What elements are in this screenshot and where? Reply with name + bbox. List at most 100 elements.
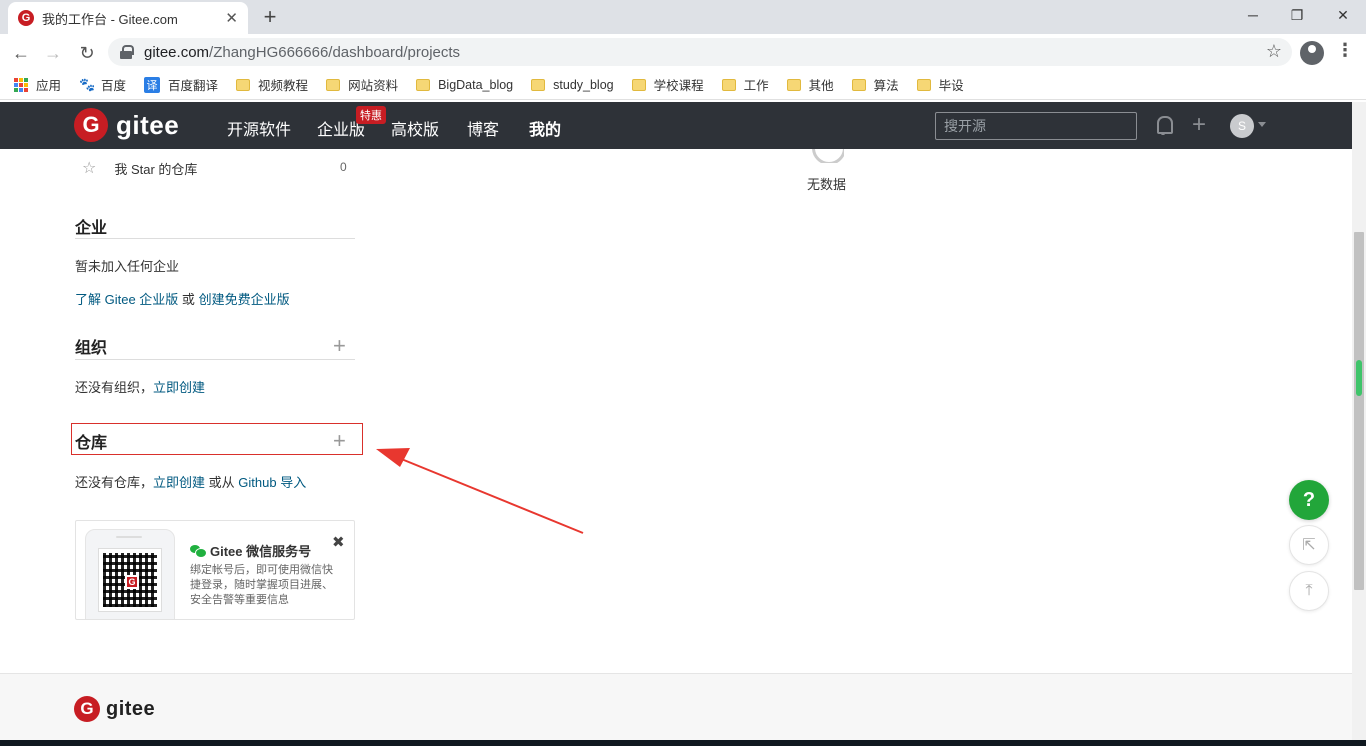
back-icon[interactable]: ← — [8, 40, 34, 66]
bookmarks-bar: 应用 🐾 百度 译 百度翻译 视频教程 网站资料 BigData_blog st… — [0, 70, 1366, 100]
restore-icon[interactable]: ❐ — [1274, 0, 1320, 30]
window-close-icon[interactable]: ✕ — [1320, 0, 1366, 30]
feedback-button[interactable]: ⇱ — [1289, 525, 1329, 565]
bookmark-folder[interactable]: study_blog — [531, 78, 614, 92]
bookmark-folder[interactable]: 其他 — [786, 75, 834, 94]
notification-bell-icon[interactable] — [1154, 114, 1174, 136]
wechat-service-card: G Gitee 微信服务号 绑定帐号后，即可使用微信快捷登录，随时掌握项目进展、… — [75, 520, 355, 620]
learn-enterprise-link[interactable]: 了解 Gitee 企业版 — [75, 292, 178, 307]
folder-icon — [916, 78, 931, 91]
phone-illustration: G — [85, 529, 175, 619]
url-input[interactable]: gitee.com/ZhangHG666666/dashboard/projec… — [108, 38, 1292, 66]
repo-section-title: 仓库 — [75, 435, 108, 452]
add-repo-icon[interactable]: + — [333, 428, 346, 454]
no-data-icon — [812, 149, 844, 163]
bookmark-baidu[interactable]: 🐾 百度 — [79, 75, 126, 94]
star-icon: ☆ — [82, 160, 97, 177]
gitee-logo-icon: G — [125, 575, 139, 589]
close-icon[interactable]: ✖ — [332, 533, 345, 551]
github-import-link[interactable]: Github 导入 — [238, 475, 306, 490]
wechat-title: Gitee 微信服务号 — [190, 541, 311, 560]
qr-code: G — [98, 548, 162, 612]
url-text: gitee.com/ZhangHG666666/dashboard/projec… — [144, 43, 461, 61]
gitee-logo-icon: G — [74, 696, 100, 722]
bookmark-folder[interactable]: 学校课程 — [631, 75, 704, 94]
folder-icon — [531, 78, 546, 91]
folder-icon — [851, 78, 866, 91]
wechat-description: 绑定帐号后，即可使用微信快捷登录，随时掌握项目进展、安全告警等重要信息 — [190, 564, 333, 606]
gitee-logo[interactable]: G gitee — [74, 108, 179, 142]
gitee-favicon-icon: G — [18, 10, 34, 26]
bookmark-folder[interactable]: 算法 — [851, 75, 899, 94]
enterprise-empty-text: 暂未加入任何企业 — [75, 259, 180, 274]
create-enterprise-link[interactable]: 创建免费企业版 — [199, 292, 290, 307]
no-data-text: 无数据 — [807, 177, 847, 192]
annotation-arrow — [376, 448, 584, 534]
browser-tab[interactable]: G 我的工作台 - Gitee.com ✕ — [8, 2, 248, 34]
star-repos-count: 0 — [340, 160, 347, 174]
external-link-icon: ⇱ — [1302, 537, 1316, 554]
browser-tab-bar: G 我的工作台 - Gitee.com ✕ + ─ ❐ ✕ — [0, 0, 1366, 34]
bookmark-folder[interactable]: BigData_blog — [416, 78, 513, 92]
bookmark-apps[interactable]: 应用 — [14, 75, 61, 94]
folder-icon — [236, 78, 251, 91]
bookmark-star-icon[interactable]: ☆ — [1266, 41, 1282, 62]
divider — [75, 238, 355, 239]
lock-icon — [120, 45, 134, 59]
promo-badge: 特惠 — [356, 106, 386, 124]
folder-icon — [326, 78, 341, 91]
avatar[interactable]: S — [1230, 114, 1254, 138]
forward-icon[interactable]: → — [40, 40, 66, 66]
bookmark-folder[interactable]: 毕设 — [916, 75, 964, 94]
baidu-paw-icon: 🐾 — [79, 76, 96, 92]
reload-icon[interactable]: ↻ — [74, 40, 100, 66]
help-button[interactable]: ? — [1289, 480, 1329, 520]
bookmark-folder[interactable]: 工作 — [721, 75, 769, 94]
footer-logo[interactable]: G gitee — [74, 696, 155, 722]
translate-icon: 译 — [144, 76, 161, 93]
chevron-down-icon[interactable] — [1258, 122, 1266, 127]
enterprise-links: 了解 Gitee 企业版 或 创建免费企业版 — [75, 292, 290, 307]
os-taskbar — [0, 740, 1366, 746]
repo-empty-text: 还没有仓库，立即创建 或从 Github 导入 — [75, 475, 307, 490]
repo-section-highlight — [71, 423, 363, 455]
nav-blog[interactable]: 博客 — [467, 116, 499, 140]
profile-icon[interactable] — [1300, 41, 1324, 65]
gitee-logo-icon: G — [74, 108, 108, 142]
star-repos-link[interactable]: ☆ 我 Star 的仓库 — [82, 158, 197, 178]
create-plus-icon[interactable]: + — [1192, 111, 1206, 139]
wechat-icon — [190, 544, 207, 558]
create-repo-link[interactable]: 立即创建 — [153, 475, 205, 490]
back-to-top-button[interactable]: ⤒ — [1289, 571, 1329, 611]
folder-icon — [416, 78, 431, 91]
arrow-up-icon: ⤒ — [1305, 582, 1313, 599]
nav-mine[interactable]: 我的 — [529, 116, 561, 140]
apps-grid-icon — [14, 77, 28, 92]
search-input[interactable] — [935, 112, 1137, 140]
menu-kebab-icon[interactable]: ⋮ — [1336, 40, 1354, 61]
site-header: G gitee 开源软件 企业版 高校版 博客 我的 + S — [0, 102, 1366, 149]
divider — [75, 359, 355, 360]
address-bar-row: ← → ↻ gitee.com/ZhangHG666666/dashboard/… — [0, 34, 1366, 70]
page-scrollbar[interactable] — [1352, 102, 1366, 740]
bookmark-baidu-translate[interactable]: 译 百度翻译 — [144, 75, 218, 94]
enterprise-section-title: 企业 — [75, 220, 108, 237]
site-footer: G gitee — [0, 674, 1352, 740]
new-tab-icon[interactable]: + — [258, 4, 282, 30]
create-org-link[interactable]: 立即创建 — [153, 380, 205, 395]
add-org-icon[interactable]: + — [333, 333, 346, 359]
org-empty-text: 还没有组织，立即创建 — [75, 380, 206, 395]
minimize-icon[interactable]: ─ — [1230, 0, 1276, 30]
tab-close-icon[interactable]: ✕ — [225, 9, 238, 27]
folder-icon — [786, 78, 801, 91]
nav-education[interactable]: 高校版 — [391, 116, 439, 140]
folder-icon — [631, 78, 646, 91]
bookmark-folder[interactable]: 网站资料 — [326, 75, 398, 94]
arrow-head — [376, 448, 410, 467]
nav-open-source[interactable]: 开源软件 — [227, 116, 291, 140]
scroll-position-marker — [1356, 360, 1362, 396]
folder-icon — [721, 78, 736, 91]
arrow-shaft — [393, 455, 584, 534]
bookmark-folder[interactable]: 视频教程 — [236, 75, 308, 94]
scrollbar-thumb[interactable] — [1354, 232, 1364, 590]
